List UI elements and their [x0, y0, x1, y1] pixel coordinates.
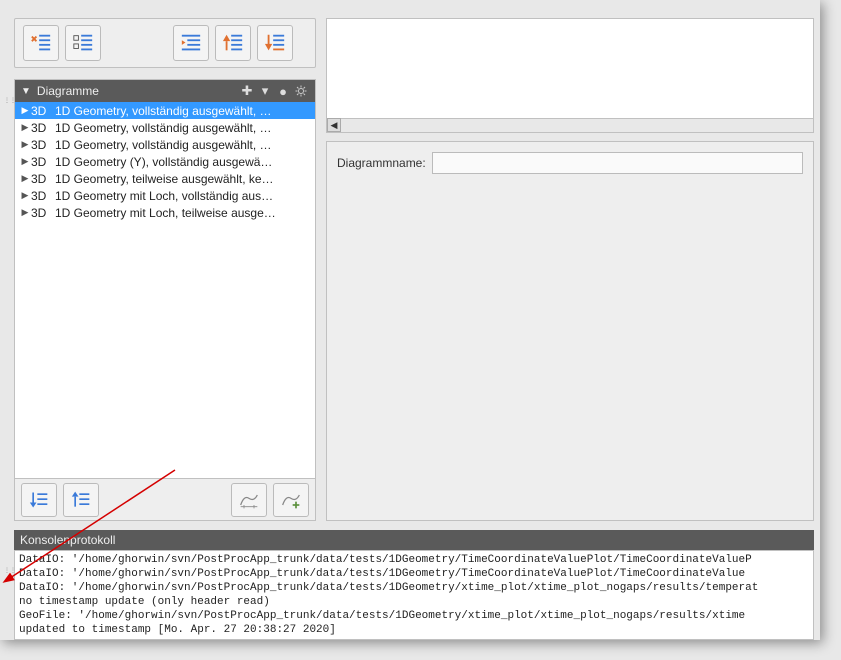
expand-triangle-icon: ▶ — [19, 139, 31, 150]
tree-tag: 3D — [31, 189, 55, 203]
settings-button[interactable] — [293, 83, 309, 99]
tree-row[interactable]: ▶3D1D Geometry mit Loch, vollständig aus… — [15, 187, 315, 204]
tree-tag: 3D — [31, 138, 55, 152]
sort-up-icon — [71, 490, 91, 510]
tree-label: 1D Geometry, vollständig ausgewählt, … — [55, 138, 311, 152]
console-output[interactable]: DataIO: '/home/ghorwin/svn/PostProcApp_t… — [14, 550, 814, 640]
tree-label: 1D Geometry mit Loch, teilweise ausge… — [55, 206, 311, 220]
expand-triangle-icon: ▶ — [19, 190, 31, 201]
add-diagram-button[interactable]: ✚ — [239, 83, 255, 99]
panel-title: Diagramme — [37, 84, 237, 98]
list-indent-icon — [180, 32, 202, 54]
panel-bottom-toolbar — [15, 478, 315, 520]
tree-row[interactable]: ▶3D1D Geometry, vollständig ausgewählt, … — [15, 136, 315, 153]
diagram-panel: ▼ Diagramme ✚ ▾ ● ▶3D1D Geometry, vollst… — [14, 79, 316, 521]
diagram-name-label: Diagrammname: — [337, 156, 426, 170]
list-arrow-up-icon — [222, 32, 244, 54]
expand-triangle-icon: ▶ — [19, 173, 31, 184]
tree-row[interactable]: ▶3D1D Geometry, teilweise ausgewählt, ke… — [15, 170, 315, 187]
remove-diagram-button[interactable]: ● — [275, 83, 291, 99]
tree-label: 1D Geometry, vollständig ausgewählt, … — [55, 121, 311, 135]
diagram-panel-header[interactable]: ▼ Diagramme ✚ ▾ ● — [15, 80, 315, 102]
tree-label: 1D Geometry, vollständig ausgewählt, … — [55, 104, 311, 118]
tree-tag: 3D — [31, 104, 55, 118]
tree-row[interactable]: ▶3D1D Geometry, vollständig ausgewählt, … — [15, 119, 315, 136]
console-title: Konsolenprotokoll — [20, 533, 115, 547]
sort-up-button[interactable] — [63, 483, 99, 517]
tree-tag: 3D — [31, 206, 55, 220]
splitter-handle[interactable]: ⋮⋮⋮⋮⋮ — [4, 100, 10, 130]
diagram-name-input[interactable] — [432, 152, 803, 174]
tree-row[interactable]: ▶3D1D Geometry (Y), vollständig ausgewä… — [15, 153, 315, 170]
list-checkbox-button[interactable] — [65, 25, 101, 61]
tree-tag: 3D — [31, 155, 55, 169]
horizontal-scrollbar[interactable] — [341, 118, 813, 132]
chart-add-icon — [281, 490, 301, 510]
chart-range-icon — [239, 490, 259, 510]
console-header[interactable]: Konsolenprotokoll — [14, 530, 814, 550]
tree-row[interactable]: ▶3D1D Geometry, vollständig ausgewählt, … — [15, 102, 315, 119]
chart-preview-area: ◀ — [326, 18, 814, 133]
tree-label: 1D Geometry, teilweise ausgewählt, ke… — [55, 172, 311, 186]
list-x-icon — [30, 32, 52, 54]
list-indent-button[interactable] — [173, 25, 209, 61]
tree-label: 1D Geometry mit Loch, vollständig aus… — [55, 189, 311, 203]
sort-down-icon — [29, 490, 49, 510]
expand-triangle-icon: ▶ — [19, 207, 31, 218]
list-arrow-down-button[interactable] — [257, 25, 293, 61]
move-down-button[interactable]: ▾ — [257, 83, 273, 99]
list-check-icon — [72, 32, 94, 54]
list-remove-button[interactable] — [23, 25, 59, 61]
expand-triangle-icon: ▶ — [19, 156, 31, 167]
expand-triangle-icon: ▶ — [19, 122, 31, 133]
list-arrow-down-icon — [264, 32, 286, 54]
tree-row[interactable]: ▶3D1D Geometry mit Loch, teilweise ausge… — [15, 204, 315, 221]
properties-panel: Diagrammname: — [326, 141, 814, 521]
tree-tag: 3D — [31, 121, 55, 135]
tree-label: 1D Geometry (Y), vollständig ausgewä… — [55, 155, 311, 169]
collapse-triangle-icon: ▼ — [21, 86, 31, 97]
tree-tag: 3D — [31, 172, 55, 186]
chart-tool-b-button[interactable] — [273, 483, 309, 517]
list-arrow-up-button[interactable] — [215, 25, 251, 61]
scroll-left-button[interactable]: ◀ — [327, 118, 341, 132]
top-toolbar — [14, 18, 316, 68]
diagram-tree[interactable]: ▶3D1D Geometry, vollständig ausgewählt, … — [15, 102, 315, 480]
splitter-handle[interactable]: ⋮⋮⋮⋮⋮ — [4, 570, 10, 600]
gear-icon — [295, 85, 307, 97]
expand-triangle-icon: ▶ — [19, 105, 31, 116]
sort-down-button[interactable] — [21, 483, 57, 517]
chart-tool-a-button[interactable] — [231, 483, 267, 517]
